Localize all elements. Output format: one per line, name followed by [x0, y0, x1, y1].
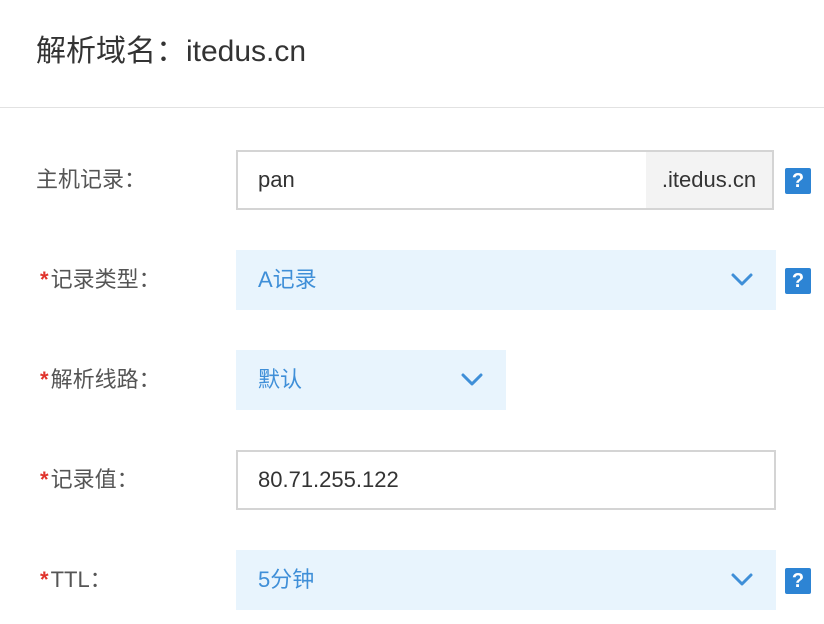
domain-suffix: .itedus.cn [646, 152, 772, 208]
host-record-value: pan [258, 167, 295, 192]
ttl-value: 5分钟 [258, 567, 315, 592]
line-label-text: 解析线路： [50, 367, 161, 392]
required-mark: * [40, 267, 49, 292]
line-value: 默认 [258, 367, 303, 392]
ttl-label-text: TTL： [50, 567, 112, 592]
host-record-help-icon[interactable]: ? [785, 168, 811, 194]
required-mark: * [40, 567, 49, 592]
chevron-down-icon [731, 573, 753, 586]
dns-record-form: 解析域名：itedus.cn 主机记录： pan .itedus.cn ? *记… [0, 0, 824, 624]
record-value-input[interactable]: 80.71.255.122 [236, 450, 776, 510]
ttl-label: *TTL： [40, 565, 112, 595]
record-value-value: 80.71.255.122 [258, 467, 399, 492]
page-title: 解析域名：itedus.cn [36, 35, 307, 68]
record-type-label-text: 记录类型： [50, 267, 161, 292]
chevron-down-icon [731, 273, 753, 286]
line-select[interactable]: 默认 [236, 350, 506, 410]
record-type-help-icon[interactable]: ? [785, 268, 811, 294]
ttl-select[interactable]: 5分钟 [236, 550, 776, 610]
host-record-label: 主机记录： [36, 167, 147, 192]
record-type-label: *记录类型： [40, 265, 161, 295]
ttl-help-icon[interactable]: ? [785, 568, 811, 594]
record-type-select[interactable]: A记录 [236, 250, 776, 310]
required-mark: * [40, 467, 49, 492]
record-type-value: A记录 [258, 267, 317, 292]
line-label: *解析线路： [40, 365, 161, 395]
chevron-down-icon [461, 373, 483, 386]
record-value-label-text: 记录值： [50, 467, 139, 492]
dialog-header: 解析域名：itedus.cn [0, 0, 824, 108]
host-record-input[interactable]: pan .itedus.cn [236, 150, 774, 210]
required-mark: * [40, 367, 49, 392]
record-value-label: *记录值： [40, 465, 139, 495]
